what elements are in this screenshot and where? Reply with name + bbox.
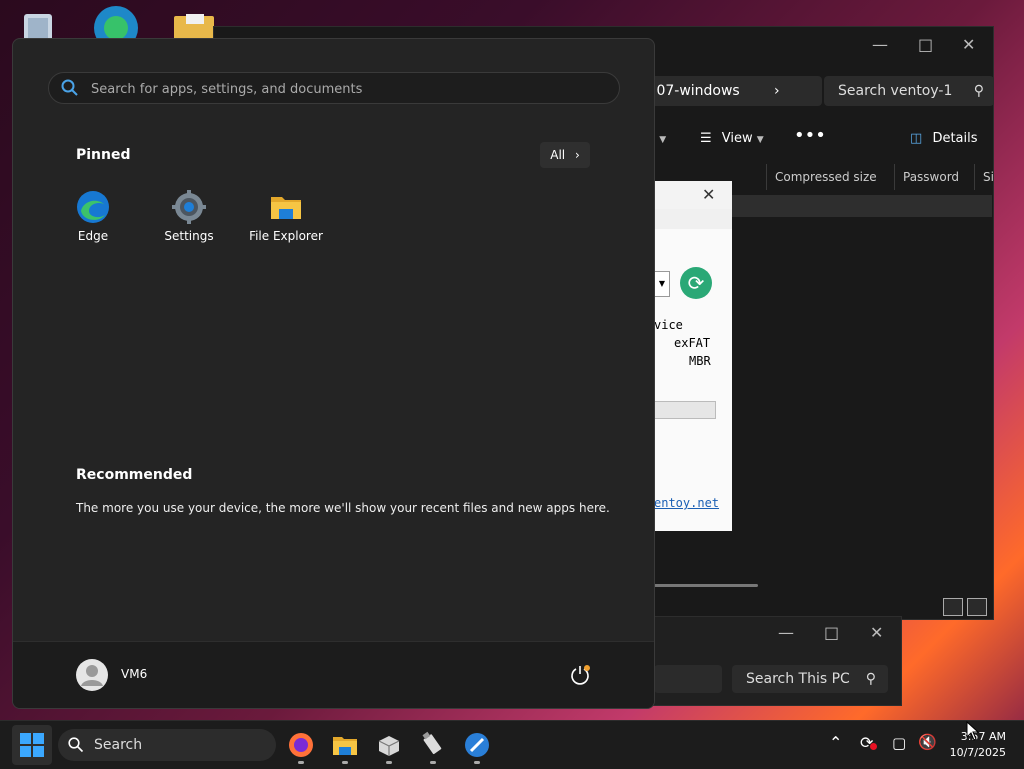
this-pc-search-label: Search This PC [746, 671, 850, 687]
address-text: .07-windows [652, 83, 740, 99]
this-pc-window[interactable]: — □ ✕ Search This PC ⚲ [653, 616, 902, 706]
device-label: vice [654, 318, 683, 332]
search-icon: ⚲ [865, 671, 876, 687]
start-button[interactable] [12, 725, 52, 765]
taskbar-search-label: Search [94, 737, 143, 753]
all-apps-label: All [550, 148, 566, 162]
taskbar-search-box[interactable]: Search [58, 729, 276, 761]
running-indicator [474, 761, 480, 764]
usb-drive-icon[interactable] [419, 731, 447, 759]
taskbar: Search ⌃ ⟳ ▢ 🔇 3:57 AM 10/7/2025 [0, 720, 1024, 769]
pinned-app-settings[interactable]: Settings [144, 189, 234, 243]
gear-icon [172, 190, 206, 224]
user-account-button[interactable]: VM6 [75, 658, 195, 692]
filesystem-value: exFAT [674, 336, 711, 350]
chevron-right-icon: › [774, 83, 780, 99]
details-label: Details [932, 131, 978, 146]
user-name: VM6 [121, 667, 148, 681]
search-icon: ⚲ [973, 83, 984, 99]
ventoy-dialog[interactable]: ✕ ▼ ⟳ vice exFAT MBR entoy.net [653, 181, 732, 531]
more-options-icon[interactable]: ••• [794, 125, 826, 146]
close-icon[interactable]: ✕ [962, 35, 975, 54]
mouse-cursor-icon [966, 721, 980, 741]
start-menu[interactable]: Pinned All › Edge Settings File Explorer [12, 38, 655, 709]
firefox-icon[interactable] [287, 731, 315, 759]
column-size[interactable]: Si [974, 164, 995, 190]
details-button[interactable]: ◫ Details [910, 131, 978, 146]
maximize-icon[interactable]: □ [824, 623, 839, 642]
pinned-app-label: Edge [77, 229, 109, 243]
table-row[interactable] [730, 195, 992, 217]
address-bar[interactable] [654, 665, 722, 693]
progress-bar [654, 401, 716, 419]
volume-muted-icon[interactable]: 🔇 [918, 733, 937, 751]
search-icon [68, 737, 84, 753]
refresh-icon[interactable]: ⟳ [680, 267, 712, 299]
folder-icon [271, 197, 301, 219]
package-app-icon[interactable] [375, 731, 403, 759]
start-search-input[interactable] [89, 73, 613, 105]
column-password[interactable]: Password ... [894, 164, 973, 210]
running-indicator [430, 761, 436, 764]
recommended-heading: Recommended [76, 467, 193, 483]
details-pane-icon: ◫ [910, 131, 923, 146]
dialog-close-icon[interactable]: ✕ [702, 185, 715, 204]
view-label: View [721, 131, 753, 146]
dialog-titlebar [654, 181, 732, 209]
view-list-icon: ☰ [700, 131, 712, 146]
this-pc-search-box[interactable]: Search This PC ⚲ [732, 665, 888, 693]
column-compressed-size[interactable]: Compressed size [766, 164, 895, 190]
running-indicator [342, 761, 348, 764]
horizontal-scrollbar[interactable] [654, 584, 758, 587]
explorer-search-box[interactable]: Search ventoy-1 ⚲ [824, 76, 994, 106]
file-explorer-icon[interactable] [331, 731, 359, 759]
all-apps-button[interactable]: All › [540, 142, 590, 168]
network-icon[interactable]: ▢ [892, 734, 906, 752]
search-icon [61, 79, 79, 101]
start-search-box[interactable] [48, 72, 620, 105]
pinned-app-label: Settings [164, 229, 214, 243]
device-dropdown[interactable]: ▼ [654, 271, 670, 297]
details-view-icon[interactable] [943, 598, 963, 616]
tiles-view-icon[interactable] [967, 598, 987, 616]
minimize-icon[interactable]: — [872, 35, 888, 54]
pinned-app-file-explorer[interactable]: File Explorer [241, 189, 331, 243]
explorer-search-label: Search ventoy-1 [838, 83, 953, 99]
show-hidden-icons-chevron-up-icon[interactable]: ⌃ [829, 733, 842, 752]
start-menu-footer: VM6 [13, 641, 654, 708]
maximize-icon[interactable]: □ [918, 35, 933, 54]
ventoy-website-link[interactable]: entoy.net [654, 496, 719, 510]
partition-style-value: MBR [689, 354, 711, 368]
address-bar[interactable]: .07-windows › [644, 76, 822, 106]
sync-status-icon[interactable]: ⟳ [860, 733, 877, 752]
blue-app-icon[interactable] [463, 731, 491, 759]
view-button[interactable]: ☰ View ▼ [700, 131, 764, 146]
pinned-app-edge[interactable]: Edge [48, 189, 138, 243]
close-icon[interactable]: ✕ [870, 623, 883, 642]
chevron-right-icon: › [574, 148, 580, 162]
pinned-app-label: File Explorer [249, 229, 323, 243]
pinned-heading: Pinned [76, 147, 131, 163]
clock-date: 10/7/2025 [949, 746, 1006, 759]
edge-icon [77, 191, 109, 223]
recommended-empty-text: The more you use your device, the more w… [76, 501, 610, 515]
windows-logo-icon [20, 733, 44, 757]
running-indicator [298, 761, 304, 764]
chevron-down-icon: ▼ [659, 135, 667, 145]
power-icon[interactable] [569, 664, 591, 686]
minimize-icon[interactable]: — [778, 623, 794, 642]
avatar [76, 659, 108, 691]
running-indicator [386, 761, 392, 764]
chevron-down-icon: ▼ [756, 135, 764, 145]
